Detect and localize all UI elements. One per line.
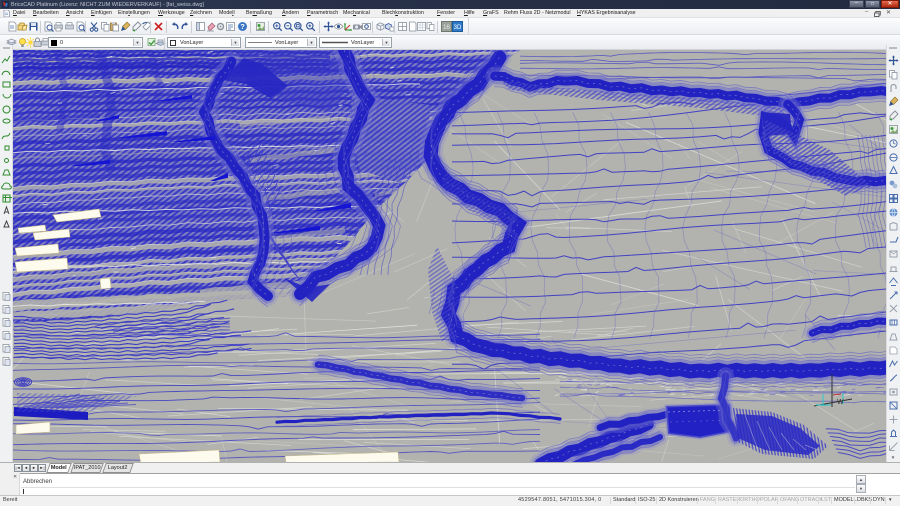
svg-text:3D: 3D [454,25,462,31]
svg-text:16: 16 [443,25,450,31]
svg-text:?: ? [240,22,245,31]
svg-text:W: W [837,399,844,406]
